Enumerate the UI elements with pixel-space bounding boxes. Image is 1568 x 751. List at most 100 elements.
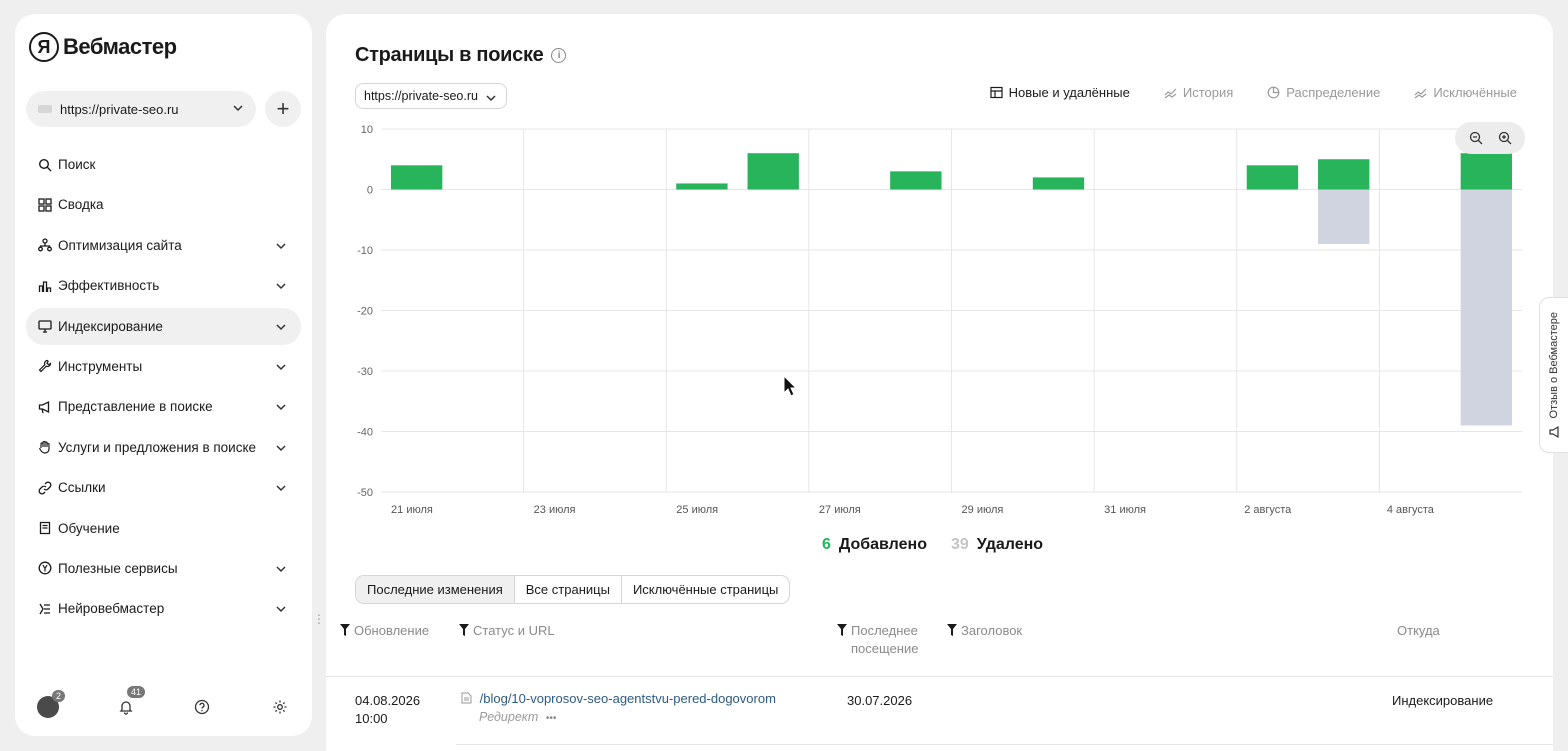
col-last-visit-label: Последнее посещение bbox=[851, 623, 919, 656]
zoom-out-icon[interactable] bbox=[1469, 131, 1483, 145]
sidebar-item-link[interactable]: Ссылки bbox=[26, 469, 301, 506]
view-tab-3[interactable]: Исключённые bbox=[1414, 85, 1517, 100]
site-selector[interactable]: https://private-seo.ru bbox=[26, 91, 256, 127]
site-favicon-icon bbox=[38, 105, 52, 113]
document-icon bbox=[461, 692, 472, 704]
sidebar-item-book[interactable]: Обучение bbox=[26, 510, 301, 547]
col-status-url-label: Статус и URL bbox=[473, 623, 555, 638]
x-tick-label: 23 июля bbox=[534, 504, 576, 516]
row-updated: 04.08.2026 10:00 bbox=[355, 692, 420, 728]
add-site-button[interactable]: + bbox=[265, 91, 301, 127]
view-tab-label: Распределение bbox=[1286, 85, 1381, 100]
neuro-icon bbox=[38, 602, 52, 616]
sidebar-item-label: Эффективность bbox=[58, 278, 160, 294]
sidebar-item-bar-chart[interactable]: Эффективность bbox=[26, 267, 301, 304]
sidebar-item-label: Представление в поиске bbox=[58, 399, 213, 415]
chevron-down-icon bbox=[276, 485, 286, 492]
filter-icon[interactable] bbox=[837, 624, 847, 636]
chevron-down-icon bbox=[486, 95, 496, 102]
bar-removed[interactable] bbox=[1318, 189, 1370, 244]
sidebar-item-label: Сводка bbox=[58, 197, 104, 213]
page-title-text: Страницы в поиске bbox=[355, 44, 544, 66]
x-tick-label: 27 июля bbox=[819, 504, 861, 516]
col-status-url[interactable]: Статус и URL bbox=[459, 622, 555, 640]
view-tab-2[interactable]: Распределение bbox=[1267, 85, 1380, 100]
segment-1[interactable]: Все страницы bbox=[515, 576, 622, 603]
added-count: 6 bbox=[822, 536, 831, 553]
col-updated[interactable]: Обновление bbox=[340, 622, 429, 640]
bar-chart-icon bbox=[38, 279, 52, 293]
bar-added[interactable] bbox=[1032, 177, 1085, 190]
info-icon[interactable]: i bbox=[551, 48, 567, 63]
sidebar-item-yandex-circle[interactable]: Полезные сервисы bbox=[26, 550, 301, 587]
segment-2[interactable]: Исключённые страницы bbox=[622, 576, 789, 603]
y-tick-label: -50 bbox=[357, 487, 373, 499]
x-tick-label: 4 августа bbox=[1387, 504, 1435, 516]
zoom-in-icon[interactable] bbox=[1498, 131, 1512, 145]
bar-added[interactable] bbox=[890, 171, 942, 190]
sidebar-item-label: Поиск bbox=[58, 157, 96, 172]
bar-added[interactable] bbox=[390, 165, 443, 190]
y-tick-label: -40 bbox=[357, 427, 373, 439]
row-last-visit: 30.07.2026 bbox=[847, 693, 913, 708]
bar-added[interactable] bbox=[676, 183, 728, 190]
sidebar-item-hand[interactable]: Услуги и предложения в поиске bbox=[26, 429, 301, 466]
filter-icon[interactable] bbox=[459, 624, 469, 636]
sidebar-item-label: Нейровебмастер bbox=[58, 601, 165, 617]
row-date: 04.08.2026 bbox=[355, 693, 421, 708]
bar-added[interactable] bbox=[1318, 159, 1370, 190]
x-tick-label: 31 июля bbox=[1104, 504, 1146, 516]
view-tab-label: История bbox=[1182, 85, 1234, 100]
chevron-down-icon bbox=[276, 566, 286, 572]
help-icon[interactable] bbox=[194, 699, 210, 715]
col-updated-label: Обновление bbox=[354, 623, 430, 638]
yandex-circle-icon bbox=[38, 561, 52, 575]
filter-icon[interactable] bbox=[340, 624, 350, 636]
host-selector[interactable]: https://private-seo.ru bbox=[355, 83, 507, 109]
chevron-down-icon bbox=[276, 606, 286, 613]
row-url-link[interactable]: /blog/10-voprosov-seo-agentstvu-pered-do… bbox=[480, 691, 776, 706]
bar-removed[interactable] bbox=[1460, 189, 1513, 426]
sidebar-item-neuro[interactable]: Нейровебмастер bbox=[26, 590, 301, 627]
bell-icon[interactable] bbox=[118, 699, 134, 715]
logo[interactable]: Я Вебмастер bbox=[29, 32, 177, 62]
pages-segment-control: Последние изменения Все страницы Исключённ… bbox=[355, 575, 791, 604]
row-divider bbox=[456, 744, 1553, 745]
hand-icon bbox=[38, 440, 52, 454]
page-title: Страницы в поиске i bbox=[355, 44, 567, 67]
bar-added[interactable] bbox=[747, 153, 799, 190]
view-tab-0[interactable]: Новые и удалённые bbox=[990, 85, 1130, 100]
feedback-tab[interactable]: Отзыв о Вебмастере bbox=[1539, 297, 1568, 453]
line-chart-icon bbox=[1414, 88, 1427, 99]
row-more-button[interactable]: ••• bbox=[546, 713, 557, 724]
monitor-icon bbox=[38, 319, 52, 333]
col-last-visit[interactable]: Последнее посещение bbox=[837, 622, 918, 658]
sidebar-item-label: Услуги и предложения в поиске bbox=[58, 439, 257, 455]
added-label: Добавлено bbox=[838, 536, 927, 553]
view-tab-1[interactable]: История bbox=[1164, 85, 1233, 100]
sidebar-item-search[interactable]: Поиск bbox=[26, 146, 301, 183]
sidebar-item-megaphone[interactable]: Представление в поиске bbox=[26, 388, 301, 425]
removed-label: Удалено bbox=[976, 536, 1044, 553]
chevron-down-icon bbox=[276, 404, 286, 411]
segment-0[interactable]: Последние изменения bbox=[356, 576, 515, 603]
sidebar-item-wrench[interactable]: Инструменты bbox=[26, 348, 301, 385]
sidebar-item-sitemap[interactable]: Оптимизация сайта bbox=[26, 227, 301, 264]
bar-added[interactable] bbox=[1460, 153, 1513, 190]
table-header-divider bbox=[326, 676, 1553, 677]
removed-count: 39 bbox=[950, 536, 969, 553]
y-tick-label: 0 bbox=[367, 185, 373, 197]
pie-chart-icon bbox=[1267, 86, 1280, 99]
filter-icon[interactable] bbox=[947, 624, 957, 636]
gear-icon[interactable] bbox=[272, 699, 288, 715]
sidebar-item-monitor[interactable]: Индексирование bbox=[26, 307, 301, 345]
sidebar-item-label: Инструменты bbox=[58, 358, 143, 374]
col-heading[interactable]: Заголовок bbox=[947, 622, 1022, 640]
chevron-down-icon bbox=[276, 364, 286, 371]
sidebar-nav: Поиск Сводка Оптимизация сайта Эффективност… bbox=[26, 146, 301, 631]
feedback-label: Отзыв о Вебмастере bbox=[1548, 312, 1560, 419]
sidebar-item-grid[interactable]: Сводка bbox=[26, 186, 301, 223]
view-tab-label: Исключённые bbox=[1433, 85, 1517, 100]
bar-added[interactable] bbox=[1246, 165, 1299, 190]
row-time: 10:00 bbox=[355, 711, 388, 726]
